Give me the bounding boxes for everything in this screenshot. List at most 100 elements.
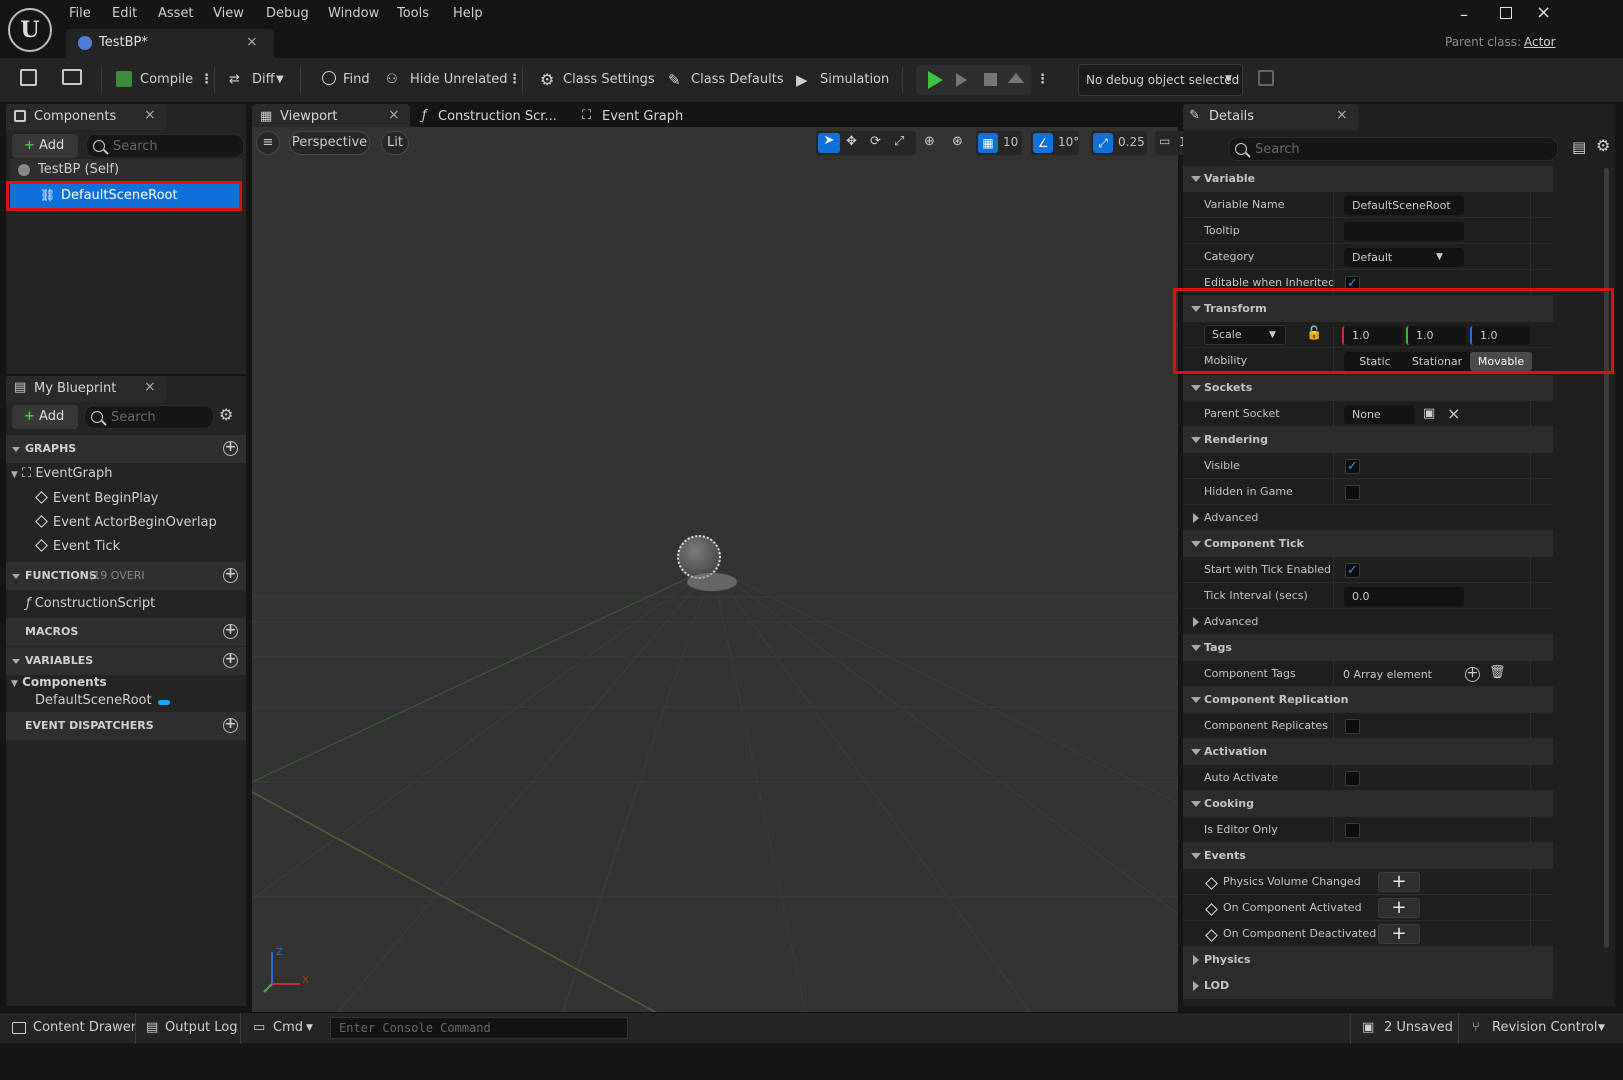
trash-icon[interactable]: 🗑 <box>1489 665 1506 680</box>
maximize-icon[interactable] <box>1500 7 1512 19</box>
menu-tools[interactable]: Tools <box>397 6 429 21</box>
add-event-button[interactable]: + <box>1378 898 1420 918</box>
move-icon[interactable]: ✥ <box>846 134 857 149</box>
viewport-canvas[interactable]: X Z <box>252 127 1178 1043</box>
add-blueprint-item-button[interactable]: + Add <box>12 405 78 429</box>
scale-y-field[interactable]: 1.0 <box>1406 326 1466 345</box>
close-icon[interactable]: × <box>1336 107 1348 123</box>
menu-asset[interactable]: Asset <box>158 6 194 21</box>
components-search-input[interactable]: Search <box>86 134 244 158</box>
more-options-icon[interactable]: ⋮ <box>508 68 521 92</box>
menu-file[interactable]: File <box>69 6 91 21</box>
surface-snap-icon[interactable]: ⊛ <box>952 134 963 149</box>
browse-socket-icon[interactable]: ▣ <box>1423 406 1435 421</box>
add-function-icon[interactable]: + <box>223 567 238 583</box>
class-defaults-button[interactable]: Class Defaults <box>691 68 784 92</box>
add-dispatcher-icon[interactable]: + <box>223 717 238 733</box>
view-options-icon[interactable]: ▤ <box>1572 138 1586 156</box>
close-icon[interactable]: × <box>144 379 156 395</box>
events-section[interactable]: Events <box>1183 843 1553 869</box>
event-graph-item[interactable]: ▼ ⛶ EventGraph <box>11 466 112 481</box>
stop-icon[interactable] <box>984 73 997 86</box>
replicates-checkbox[interactable] <box>1345 719 1360 734</box>
add-variable-icon[interactable]: + <box>223 652 238 668</box>
world-local-icon[interactable]: ⊕ <box>924 134 935 149</box>
component-self-row[interactable]: TestBP (Self) <box>10 159 242 181</box>
add-event-button[interactable]: + <box>1378 924 1420 944</box>
component-selected-row[interactable]: ⛓ DefaultSceneRoot <box>10 183 242 209</box>
play-options-icon[interactable]: ⋮ <box>1036 68 1049 92</box>
add-event-button[interactable]: + <box>1378 872 1420 892</box>
compile-button[interactable]: Compile <box>140 68 193 92</box>
parent-socket-field[interactable]: None <box>1344 405 1414 424</box>
scale-snap-toggle[interactable]: ⤢ 0.25 <box>1091 131 1147 155</box>
find-button[interactable]: Find <box>343 68 370 92</box>
menu-edit[interactable]: Edit <box>112 6 137 21</box>
variables-section[interactable]: VARIABLES + <box>6 647 246 675</box>
content-drawer-button[interactable]: Content Drawer <box>33 1020 136 1035</box>
eject-icon[interactable] <box>1008 73 1024 83</box>
hide-unrelated-button[interactable]: Hide Unrelated <box>410 68 508 92</box>
output-log-button[interactable]: Output Log <box>165 1020 238 1035</box>
mobility-movable[interactable]: Movable <box>1470 352 1532 371</box>
details-search-input[interactable]: Search <box>1228 137 1558 161</box>
auto-activate-checkbox[interactable] <box>1345 771 1360 786</box>
cmd-dropdown[interactable]: Cmd <box>273 1020 303 1035</box>
event-dispatchers-section[interactable]: EVENT DISPATCHERS + <box>6 712 246 740</box>
menu-help[interactable]: Help <box>453 6 483 21</box>
tick-advanced-row[interactable]: Advanced <box>1183 609 1553 635</box>
simulation-button[interactable]: Simulation <box>820 68 889 92</box>
activation-section[interactable]: Activation <box>1183 739 1553 765</box>
unsaved-button[interactable]: 2 Unsaved <box>1384 1020 1453 1035</box>
event-item[interactable]: Event ActorBeginOverlap <box>35 515 217 530</box>
event-item[interactable]: Event Tick <box>35 539 120 554</box>
gear-icon[interactable]: ⚙ <box>219 405 233 424</box>
components-group[interactable]: ▼ Components <box>11 675 107 689</box>
compile-options-icon[interactable]: ⋮ <box>200 68 213 92</box>
close-icon[interactable]: × <box>388 107 400 123</box>
components-tab[interactable]: Components × <box>6 104 166 130</box>
transform-section[interactable]: Transform <box>1183 296 1553 322</box>
browse-icon[interactable] <box>62 69 82 85</box>
functions-section[interactable]: FUNCTIONS (19 OVERI + <box>6 562 246 590</box>
viewport-menu-icon[interactable]: ≡ <box>256 131 280 155</box>
close-icon[interactable]: × <box>246 34 258 50</box>
rendering-advanced-row[interactable]: Advanced <box>1183 505 1553 531</box>
perspective-button[interactable]: Perspective <box>289 131 370 155</box>
close-icon[interactable]: × <box>144 107 156 123</box>
tick-interval-field[interactable]: 0.0 <box>1344 587 1464 606</box>
blueprint-search-input[interactable]: Search <box>84 405 214 429</box>
component-tick-section[interactable]: Component Tick <box>1183 531 1553 557</box>
menu-view[interactable]: View <box>213 6 244 21</box>
diff-button[interactable]: Diff <box>252 68 275 92</box>
class-settings-button[interactable]: Class Settings <box>563 68 655 92</box>
parent-class-link[interactable]: Actor <box>1524 35 1556 49</box>
scale-x-field[interactable]: 1.0 <box>1342 326 1402 345</box>
mobility-static[interactable]: Static <box>1344 352 1406 371</box>
variable-name-field[interactable]: DefaultSceneRoot <box>1344 196 1464 215</box>
lod-section[interactable]: LOD <box>1183 973 1553 999</box>
scale-icon[interactable]: ⤢ <box>894 134 904 149</box>
minimize-icon[interactable]: – <box>1460 5 1468 24</box>
document-tab[interactable]: TestBP* × <box>66 29 274 58</box>
variable-item[interactable]: DefaultSceneRoot <box>35 693 152 708</box>
my-blueprint-tab[interactable]: ▤ My Blueprint × <box>6 376 166 402</box>
clear-icon[interactable]: × <box>1447 404 1460 423</box>
physics-section[interactable]: Physics <box>1183 947 1553 973</box>
grid-snap-toggle[interactable]: ▦ 10 <box>976 131 1022 155</box>
add-graph-icon[interactable]: + <box>223 440 238 456</box>
debug-object-dropdown[interactable]: No debug object selected ▼ <box>1078 64 1243 96</box>
hidden-in-game-checkbox[interactable] <box>1345 485 1360 500</box>
details-tab[interactable]: ✎ Details × <box>1183 104 1358 130</box>
unlock-icon[interactable]: 🔓 <box>1306 326 1322 341</box>
play-icon[interactable] <box>928 71 943 89</box>
category-dropdown[interactable]: Default ▼ <box>1344 248 1464 267</box>
rotation-snap-toggle[interactable]: ∠ 10° <box>1031 131 1079 155</box>
sockets-section[interactable]: Sockets <box>1183 375 1553 401</box>
step-icon[interactable] <box>956 73 967 87</box>
editor-only-checkbox[interactable] <box>1345 823 1360 838</box>
add-tag-icon[interactable]: + <box>1465 666 1480 682</box>
add-macro-icon[interactable]: + <box>223 623 238 639</box>
mobility-stationary[interactable]: Stationar <box>1406 352 1468 371</box>
replication-section[interactable]: Component Replication <box>1183 687 1553 713</box>
